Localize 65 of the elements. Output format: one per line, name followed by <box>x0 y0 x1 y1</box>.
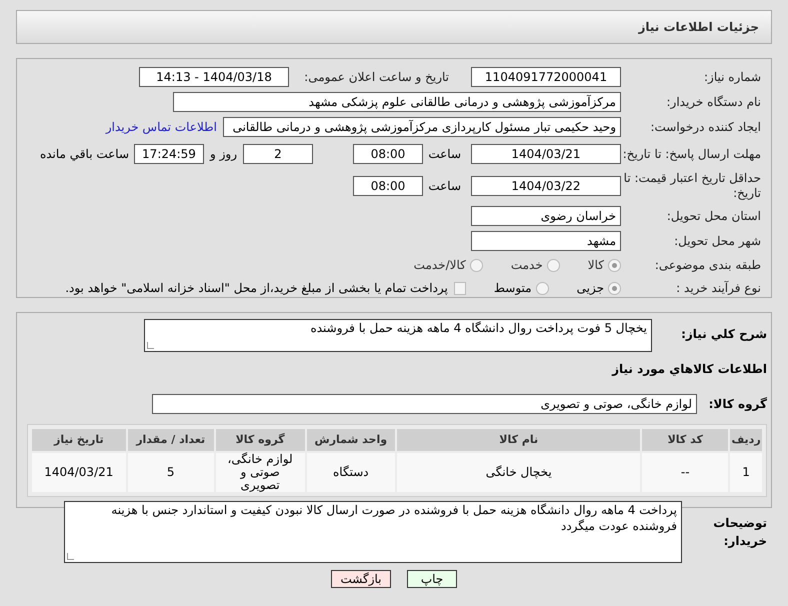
column-header: تعداد / مقدار <box>128 429 214 451</box>
column-header: نام کالا <box>397 429 640 451</box>
column-header: واحد شمارش <box>306 429 396 451</box>
table-cell: -- <box>642 453 728 492</box>
days-label: روز و <box>208 146 238 163</box>
checkbox[interactable] <box>454 282 466 294</box>
resize-grip-icon <box>67 553 74 560</box>
table-cell: 1 <box>730 453 762 492</box>
radio-label: خدمت <box>510 257 543 274</box>
field-label: ایجاد کننده درخواست: <box>649 120 761 134</box>
table-cell: یخچال خانگی <box>397 453 640 492</box>
time-label: ساعت <box>427 178 462 195</box>
text-field[interactable]: 1104091772000041 <box>471 67 621 87</box>
table-cell: 5 <box>128 453 214 492</box>
field-label: حداقل تاریخ اعتبار قیمت: تا تاریخ: <box>622 171 761 201</box>
summary-textarea[interactable]: یخچال 5 فوت پرداخت روال دانشگاه 4 ماهه هزینه حمل با فروشنده <box>144 319 652 352</box>
field-label: شرح کلي نياز: <box>680 326 767 343</box>
radio-label: متوسط <box>494 280 532 297</box>
table-cell: 1404/03/21 <box>32 453 126 492</box>
countdown-field[interactable]: 17:24:59 <box>134 144 204 164</box>
field-label: استان محل تحویل: <box>666 208 761 224</box>
text-field[interactable]: 1404/03/21 <box>471 144 621 164</box>
field-label: مهلت ارسال پاسخ: تا تاریخ: <box>622 146 761 162</box>
table-cell: لوازم خانگی، صوتی و تصویری <box>216 453 304 492</box>
radio-button[interactable] <box>470 258 483 272</box>
field-label: گروه کالا: <box>708 396 767 413</box>
column-header: کد کالا <box>642 429 728 451</box>
text-field[interactable]: خراسان رضوی <box>471 206 621 226</box>
notes-textarea[interactable]: پرداخت 4 ماهه روال دانشگاه هزینه حمل با فروشنده در صورت ارسال کالا نبودن کیفیت و استاندارد جنس با هزینه فروشنده عودت میگردد <box>64 501 682 563</box>
text-field[interactable]: وحید حکیمی تبار مسئول کارپردازی مرکزآموزشی پژوهشی و درمانی طالقانی <box>223 117 621 137</box>
text-field[interactable]: لوازم خانگی، صوتی و تصویری <box>152 394 697 414</box>
radio-button[interactable] <box>536 282 549 294</box>
field-label: طبقه بندی موضوعی: <box>654 258 761 272</box>
field-label: نام دستگاه خریدار: <box>666 94 761 110</box>
resize-grip-icon <box>147 342 154 349</box>
page-title: جزئیات اطلاعات نیاز <box>638 19 759 36</box>
text-field[interactable]: مرکزآموزشی پژوهشی و درمانی طالقانی علوم پزشکی مشهد <box>173 92 621 112</box>
section-title: اطلاعات کالاهاي مورد نياز <box>610 361 767 378</box>
column-header: گروه کالا <box>216 429 304 451</box>
text-field[interactable]: 08:00 <box>353 144 423 164</box>
text-field[interactable]: 2 <box>243 144 313 164</box>
print-button[interactable]: چاپ <box>407 570 457 588</box>
field-label: شماره نیاز: <box>703 70 761 84</box>
text-field[interactable]: 1404/03/18 - 14:13 <box>139 67 289 87</box>
radio-label: جزیی <box>576 280 604 297</box>
radio-label: کالا/خدمت <box>414 257 466 274</box>
radio-button[interactable] <box>608 258 621 272</box>
text-field[interactable]: 1404/03/22 <box>471 176 621 196</box>
field-label: شهر محل تحویل: <box>673 234 761 248</box>
back-button[interactable]: بازگشت <box>331 570 391 588</box>
buyer-contact-link[interactable]: اطلاعات تماس خریدار <box>106 118 217 136</box>
radio-button[interactable] <box>546 258 560 272</box>
field-label: نوع فرآیند خرید : <box>675 280 761 296</box>
column-header: تاریخ نیاز <box>32 429 126 451</box>
text-field[interactable]: 08:00 <box>353 176 423 196</box>
column-header: ردیف <box>730 429 762 451</box>
field-label: تاریخ و ساعت اعلان عمومی: <box>303 70 449 84</box>
checkbox-label: پرداخت تمام یا بخشی از مبلغ خرید،از محل "اسناد خزانه اسلامی" خواهد بود. <box>65 280 448 297</box>
table-cell: دستگاه <box>306 453 396 492</box>
radio-label: کالا <box>588 257 604 274</box>
text-field[interactable]: مشهد <box>471 231 621 251</box>
time-label: ساعت <box>427 146 462 163</box>
remaining-label: ساعت باقي مانده <box>40 146 130 163</box>
field-label: توضیحات خریدار: <box>712 515 767 550</box>
radio-button[interactable] <box>608 282 621 294</box>
